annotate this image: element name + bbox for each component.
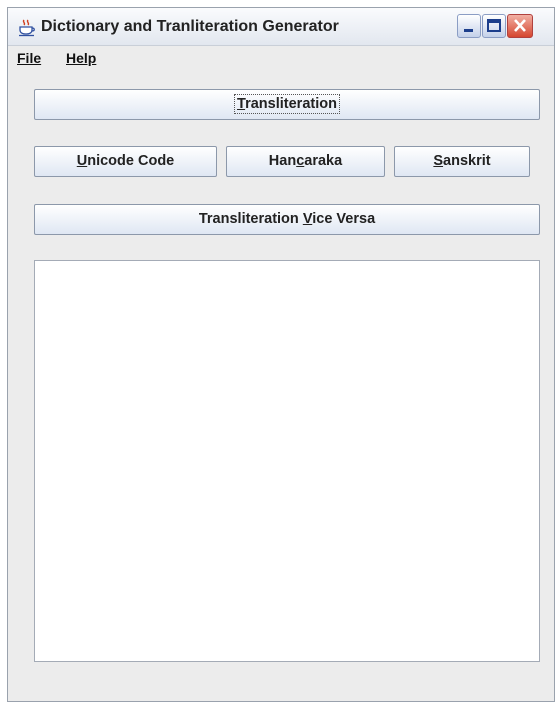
sanskrit-button[interactable]: Sanskrit [394,146,530,177]
close-button[interactable] [507,14,533,38]
maximize-icon [483,19,505,41]
menu-help[interactable]: Help [66,50,96,66]
main-window: Dictionary and Tranliteration Generator … [7,7,555,702]
minimize-icon [458,24,480,41]
menu-file[interactable]: File [17,50,41,66]
unicode-code-button[interactable]: Unicode Code [34,146,217,177]
output-text-area[interactable] [34,260,540,662]
menu-bar: File Help [8,46,554,71]
hancaraka-button-label: Hancaraka [268,153,343,169]
sanskrit-button-label: Sanskrit [433,153,491,169]
transliteration-button-label: Transliteration [234,94,340,114]
transliteration-vice-versa-button[interactable]: Transliteration Vice Versa [34,204,540,235]
maximize-button[interactable] [482,14,506,38]
unicode-code-button-label: Unicode Code [76,153,175,169]
window-title: Dictionary and Tranliteration Generator [41,18,339,35]
hancaraka-button[interactable]: Hancaraka [226,146,385,177]
transliteration-vice-versa-button-label: Transliteration Vice Versa [198,211,376,227]
title-bar[interactable]: Dictionary and Tranliteration Generator [8,8,554,46]
minimize-button[interactable] [457,14,481,38]
java-coffee-cup-icon [18,19,36,37]
transliteration-button[interactable]: Transliteration [34,89,540,120]
close-icon [508,19,532,41]
